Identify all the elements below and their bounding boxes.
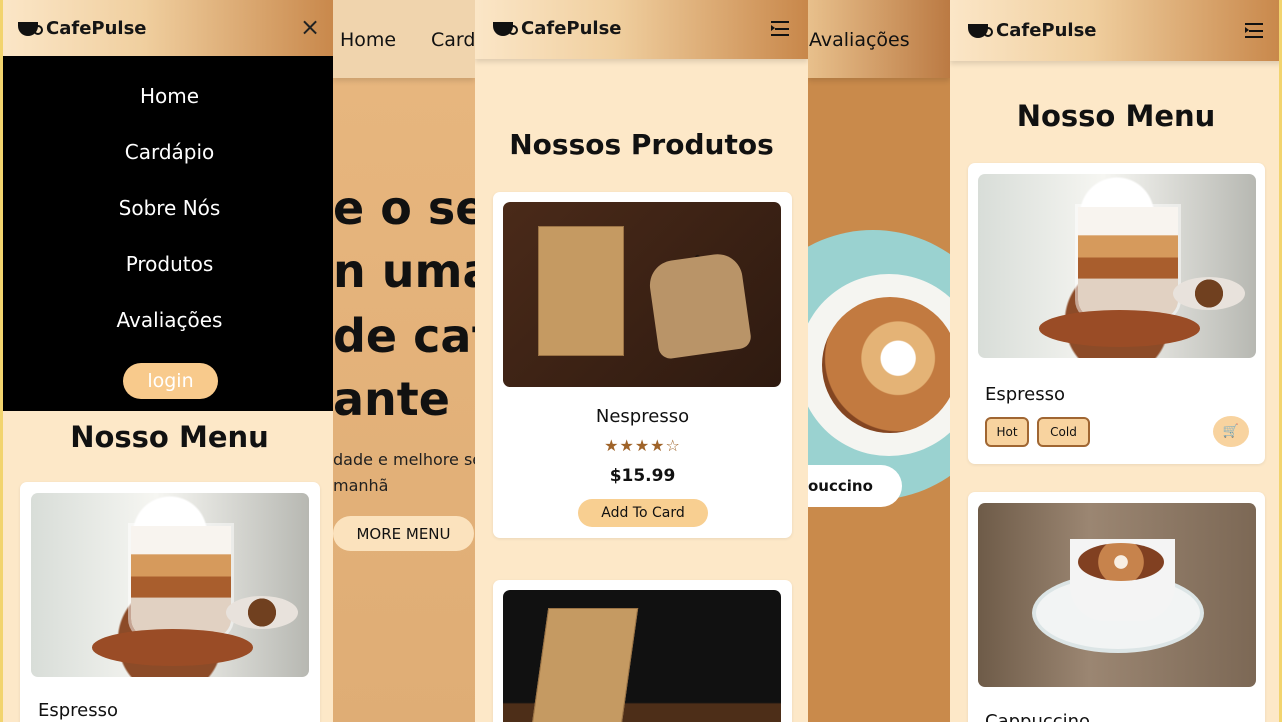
cappuccino-cup-image <box>808 230 950 500</box>
cart-button[interactable]: 🛒 <box>1213 416 1249 447</box>
coffee-cup-icon <box>18 21 43 36</box>
mobile-nav-panel: CafePulse × Home Cardápio Sobre Nós Prod… <box>0 0 333 722</box>
hero-heading-line-2: n uma <box>333 244 475 298</box>
login-button[interactable]: login <box>123 363 218 399</box>
saucer <box>92 629 254 666</box>
shopping-cart-icon: 🛒 <box>1222 424 1240 439</box>
menu-panel: CafePulse Nosso Menu Espresso Hot Cold 🛒… <box>950 0 1282 722</box>
nav-item-produtos[interactable]: Produtos <box>3 252 333 276</box>
top-nav-home[interactable]: Home <box>340 29 396 51</box>
menu-item-name: Espresso <box>38 700 119 721</box>
coffee-glass <box>1078 207 1179 318</box>
menu-section-title: Nosso Menu <box>70 420 269 454</box>
coffee-beans-bowl <box>225 596 298 630</box>
hero-heading-line-1: e o se <box>333 181 475 235</box>
menu-card-espresso-right[interactable]: Espresso Hot Cold 🛒 <box>968 163 1265 464</box>
coffee-glass <box>131 526 232 637</box>
products-brand-name: CafePulse <box>521 18 622 39</box>
cappuccino-panel: Avaliações ouccino <box>808 0 950 722</box>
cappuccino-menu-name: Cappuccino <box>985 711 1091 722</box>
coffee-beans-bowl <box>1172 277 1245 311</box>
mobile-navigation-menu: Home Cardápio Sobre Nós Produtos Avaliaç… <box>3 56 333 411</box>
rating-stars: ★★★★☆ <box>604 436 681 455</box>
product-name: Nespresso <box>595 406 690 427</box>
top-nav-avaliacoes[interactable]: Avaliações <box>809 29 910 51</box>
nav-item-home[interactable]: Home <box>3 84 333 108</box>
paper-bag-image <box>527 608 639 722</box>
cappuccino-label-button[interactable]: ouccino <box>808 465 902 507</box>
menu-page-title: Nosso Menu <box>1016 99 1216 133</box>
cold-option-button[interactable]: Cold <box>1037 417 1090 447</box>
top-nav-cardapio-partial[interactable]: Card <box>431 29 475 51</box>
latte-art <box>1078 543 1164 581</box>
saucer <box>1039 310 1201 347</box>
cappuccino-menu-image <box>978 503 1256 687</box>
products-header-bar: CafePulse <box>475 0 808 59</box>
hero-panel: Home Card e o se n uma de caf ante dade … <box>333 0 475 722</box>
products-panel: CafePulse Nossos Produtos Nespresso ★★★★… <box>475 0 808 722</box>
product-card-nespresso[interactable]: Nespresso ★★★★☆ $15.99 Add To Card <box>493 192 792 538</box>
hot-option-button[interactable]: Hot <box>985 417 1029 447</box>
hero-subtext-line-2: manhã <box>333 476 389 495</box>
coffee-cup-icon <box>493 21 518 36</box>
menu-header-bar: CafePulse <box>950 0 1279 61</box>
espresso-image <box>31 493 309 677</box>
nav-item-sobre-nos[interactable]: Sobre Nós <box>3 196 333 220</box>
brand-name: CafePulse <box>46 18 147 39</box>
burlap-sack <box>646 251 753 360</box>
products-section-title: Nossos Produtos <box>509 128 774 161</box>
second-product-image <box>503 590 781 722</box>
product-price: $15.99 <box>609 466 676 486</box>
menu-card-cappuccino[interactable]: Cappuccino <box>968 492 1265 722</box>
cappuccino-foam <box>822 297 950 433</box>
nav-item-cardapio[interactable]: Cardápio <box>3 140 333 164</box>
coffee-cup-icon <box>968 23 993 38</box>
menu-icon[interactable] <box>1245 23 1263 38</box>
menu-brand-name: CafePulse <box>996 20 1097 41</box>
nespresso-product-image <box>503 202 781 387</box>
menu-card-espresso[interactable]: Espresso <box>20 482 320 722</box>
nav-item-avaliacoes[interactable]: Avaliações <box>3 308 333 332</box>
hero-heading-line-4: ante <box>333 372 450 426</box>
espresso-menu-image <box>978 174 1256 358</box>
hero-subtext-line-1: dade e melhore se <box>333 450 475 469</box>
add-to-card-button[interactable]: Add To Card <box>578 499 708 527</box>
menu-brand-logo[interactable]: CafePulse <box>968 20 1097 41</box>
second-product-card[interactable] <box>493 580 792 722</box>
close-icon[interactable]: × <box>300 15 320 39</box>
brand-logo[interactable]: CafePulse <box>18 18 147 39</box>
menu-item-name: Espresso <box>985 384 1066 405</box>
menu-icon[interactable] <box>771 21 789 36</box>
header-bar: CafePulse × <box>3 0 333 56</box>
paper-coffee-bag <box>538 226 624 356</box>
avaliacoes-top-strip: Avaliações <box>808 0 950 78</box>
hero-heading-line-3: de caf <box>333 309 475 363</box>
top-nav-strip: Home Card <box>333 0 475 78</box>
more-menu-button[interactable]: MORE MENU <box>333 516 474 551</box>
products-brand-logo[interactable]: CafePulse <box>493 18 622 39</box>
